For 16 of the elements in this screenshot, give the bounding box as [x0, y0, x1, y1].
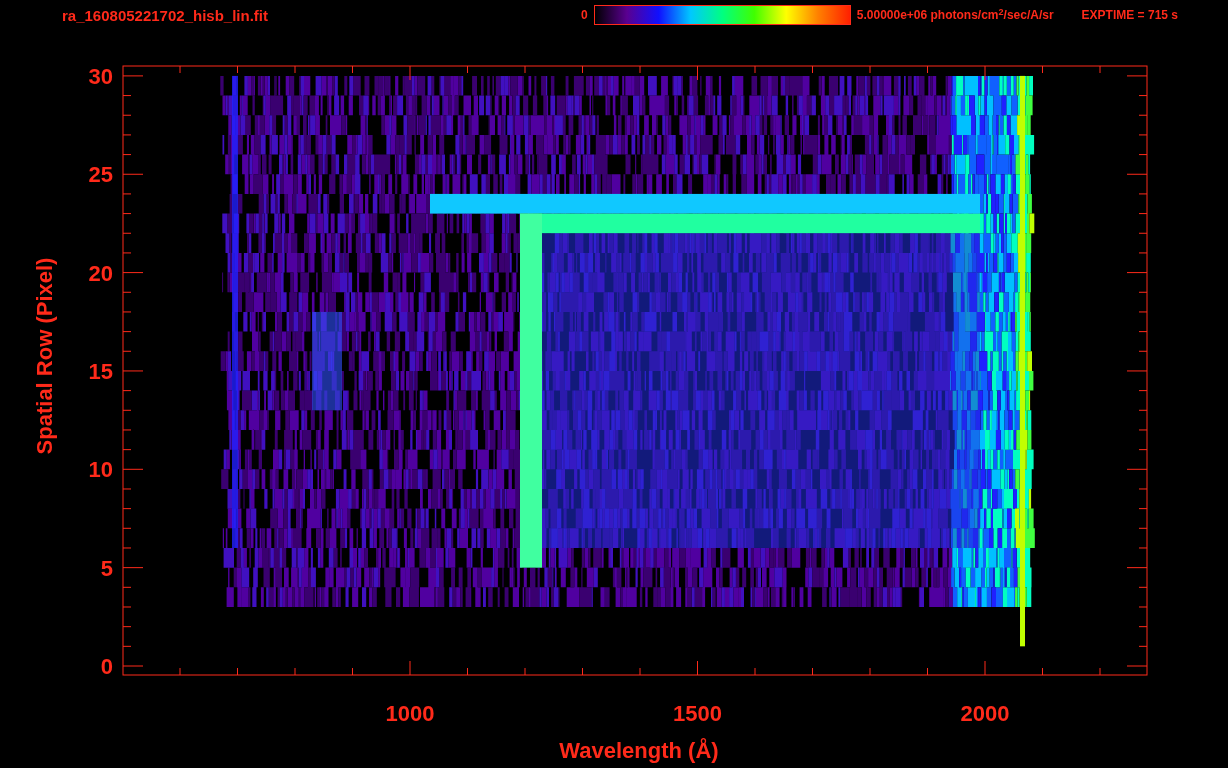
- exposure-time-label: EXPTIME = 715 s: [1081, 9, 1178, 21]
- x-tick-label: 1500: [673, 701, 722, 726]
- y-tick-label: 10: [88, 457, 113, 483]
- y-tick-label: 20: [88, 260, 113, 286]
- file-name: ra_160805221702_hisb_lin.fit: [62, 7, 268, 23]
- colorbar-max-label: 5.00000e+06 photons/cm$^{2}$/sec/A/sr: [856, 9, 1054, 21]
- x-tick-label: 2000: [960, 701, 1010, 726]
- x-axis-title: Wavelength (Å): [559, 738, 719, 763]
- colorbar-min-label: 0: [581, 9, 588, 21]
- y-tick-label: 25: [88, 162, 113, 188]
- y-tick-label: 30: [88, 63, 113, 89]
- y-tick-label: 5: [100, 555, 113, 581]
- y-axis-title: Spatial Row (Pixel): [32, 257, 57, 455]
- y-tick-label: 0: [100, 654, 113, 679]
- x-tick-label: 1000: [385, 701, 435, 726]
- y-tick-label: 15: [88, 358, 113, 384]
